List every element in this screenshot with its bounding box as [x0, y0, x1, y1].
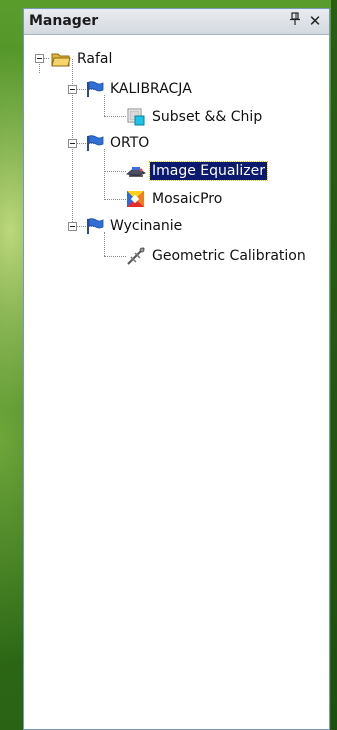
flag-icon: [84, 80, 104, 98]
tree-node-label: MosaicPro: [152, 191, 223, 207]
panel-title: Manager: [29, 13, 99, 29]
pin-icon[interactable]: [287, 12, 303, 30]
tree-node-geometric-calibration[interactable]: Geometric Calibration: [126, 246, 308, 266]
tree-node-mosaicpro[interactable]: MosaicPro: [126, 189, 224, 209]
tree-line: [104, 171, 126, 172]
tree-line: [104, 149, 105, 200]
collapse-icon[interactable]: [68, 85, 77, 94]
tree-node-label: Subset && Chip: [152, 109, 263, 125]
tree-line: [104, 199, 126, 200]
flag-icon: [84, 134, 104, 152]
tree-view: Rafal KALIBRACJA Subset && Chip ORTO Ima…: [24, 35, 329, 729]
tree-node-root[interactable]: Rafal: [51, 49, 114, 69]
tree-node-label: ORTO: [110, 135, 150, 151]
tree-node-image-equalizer[interactable]: Image Equalizer: [126, 161, 268, 181]
tree-node-label: KALIBRACJA: [110, 81, 192, 97]
manager-panel: Manager ✕ Rafal KALIBRACJA Subset && Chi…: [23, 8, 330, 730]
tree-node-label: Image Equalizer: [149, 161, 268, 181]
collapse-icon[interactable]: [35, 54, 44, 63]
folder-open-icon: [51, 50, 71, 68]
calibration-icon: [126, 247, 146, 265]
tree-node-wycinanie[interactable]: Wycinanie: [84, 216, 184, 236]
collapse-icon[interactable]: [68, 222, 77, 231]
tree-node-subset-chip[interactable]: Subset && Chip: [126, 107, 264, 127]
close-icon[interactable]: ✕: [307, 12, 323, 30]
collapse-icon[interactable]: [68, 139, 77, 148]
tree-node-orto[interactable]: ORTO: [84, 133, 151, 153]
flag-icon: [84, 217, 104, 235]
tree-line: [104, 256, 126, 257]
desktop-edge: [331, 0, 337, 730]
panel-title-bar[interactable]: Manager ✕: [24, 9, 329, 35]
subset-chip-icon: [126, 108, 146, 126]
tree-node-kalibracja[interactable]: KALIBRACJA: [84, 79, 194, 99]
tree-node-label: Wycinanie: [110, 218, 183, 234]
tree-line: [104, 116, 126, 117]
equalizer-icon: [126, 162, 146, 180]
tree-node-label: Rafal: [77, 51, 113, 67]
tree-node-label: Geometric Calibration: [152, 248, 306, 264]
mosaic-icon: [126, 190, 146, 208]
